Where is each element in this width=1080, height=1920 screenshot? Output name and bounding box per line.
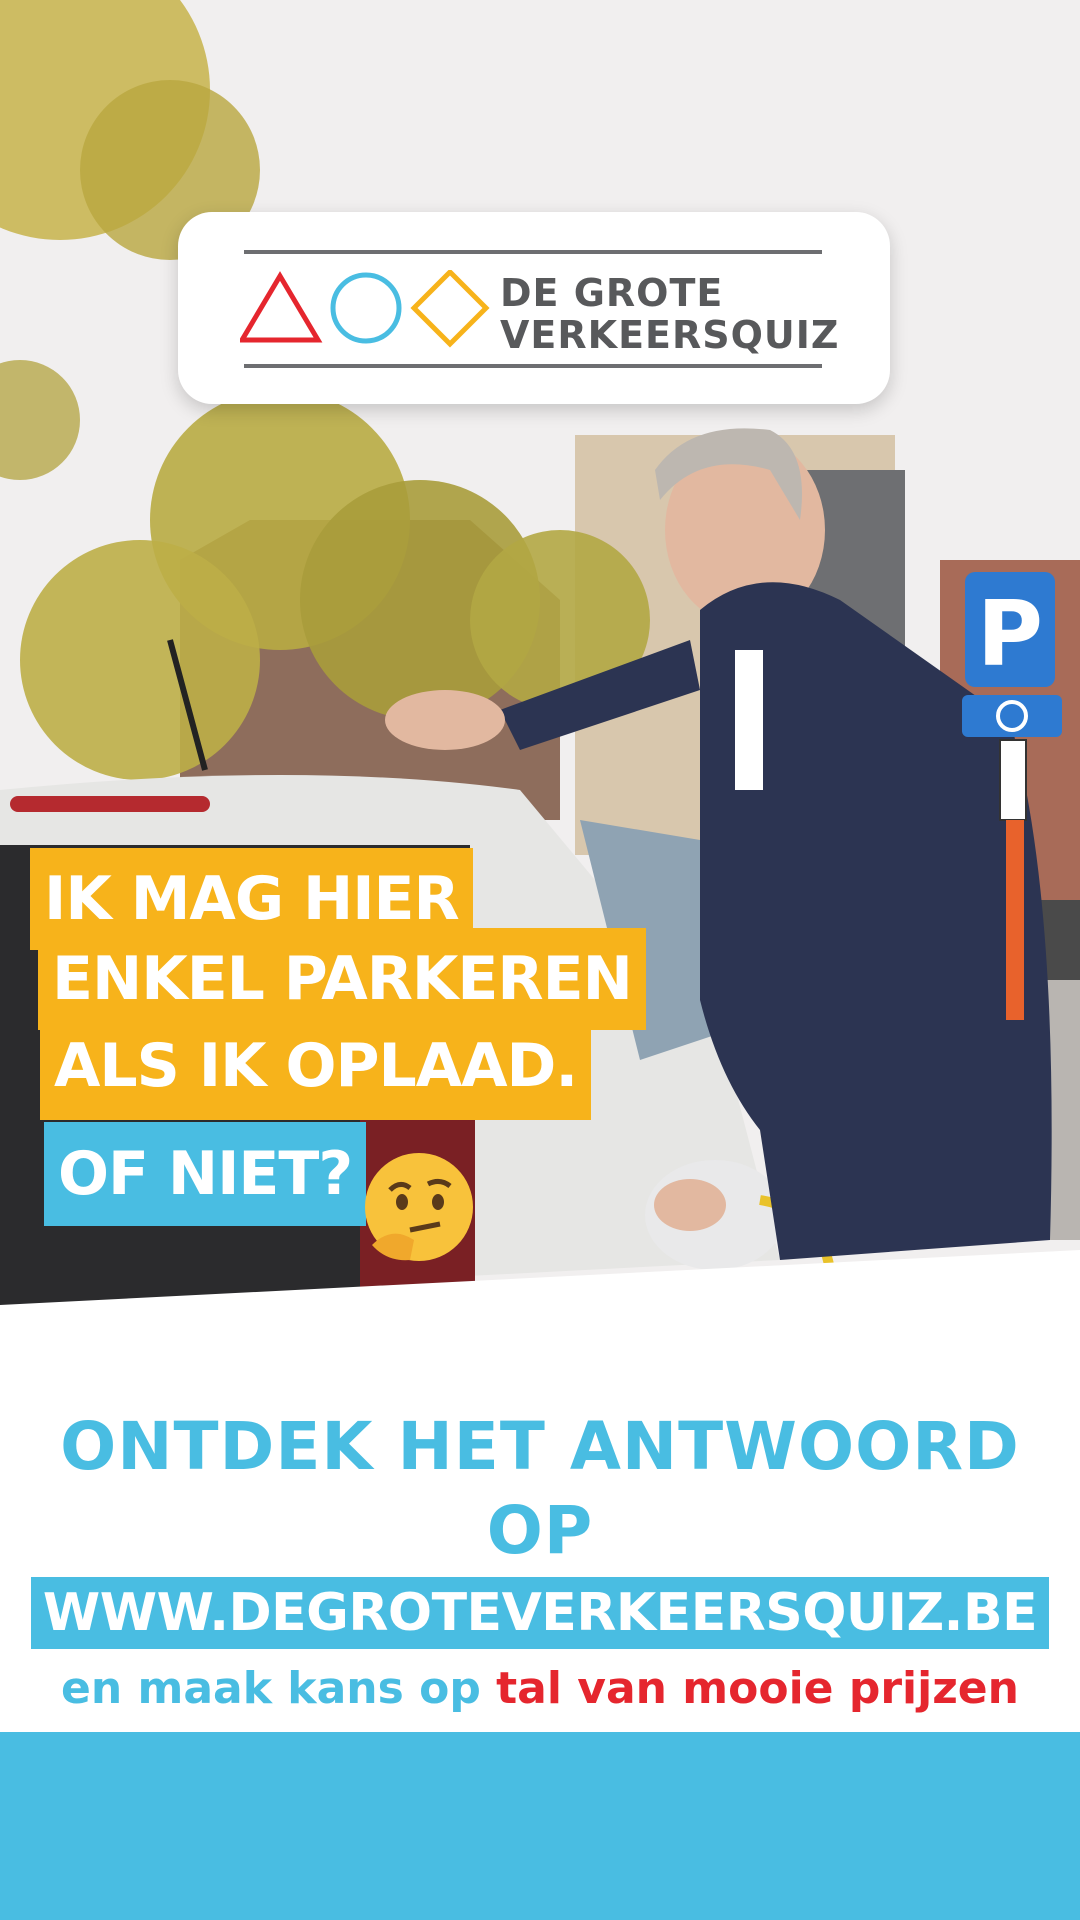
logo-rule-bottom xyxy=(244,364,822,368)
logo-wordmark: DE GROTE VERKEERSQUIZ xyxy=(500,272,839,356)
circle-icon xyxy=(330,272,402,344)
parking-letter: P xyxy=(977,582,1043,687)
cta-prize-line: en maak kans op tal van mooie prijzen xyxy=(0,1661,1080,1717)
logo-line-1: DE GROTE xyxy=(500,271,724,315)
logo-shapes xyxy=(237,268,490,354)
cta-url[interactable]: WWW.DEGROTEVERKEERSQUIZ.BE xyxy=(30,1577,1050,1649)
bottom-band xyxy=(0,1732,1080,1920)
triangle-icon xyxy=(237,271,323,343)
logo-line-2: VERKEERSQUIZ xyxy=(500,313,840,357)
logo-rule-top xyxy=(244,250,822,254)
cta-prize-part-2: tal van mooie prijzen xyxy=(496,1663,1019,1714)
call-to-action: ONTDEK HET ANTWOORD OP WWW.DEGROTEVERKEE… xyxy=(0,1405,1080,1717)
question-line-3: ALS IK OPLAAD. xyxy=(40,1012,592,1120)
cta-prize-part-1: en maak kans op xyxy=(61,1663,497,1714)
thinking-face-icon xyxy=(362,1150,477,1269)
cta-headline: ONTDEK HET ANTWOORD OP xyxy=(60,1408,1020,1569)
diamond-icon xyxy=(410,268,490,348)
sign-pole xyxy=(1006,820,1024,1020)
question-line-4: OF NIET? xyxy=(44,1122,367,1226)
man-hand xyxy=(385,690,505,750)
logo-card: DE GROTE VERKEERSQUIZ xyxy=(178,212,890,404)
